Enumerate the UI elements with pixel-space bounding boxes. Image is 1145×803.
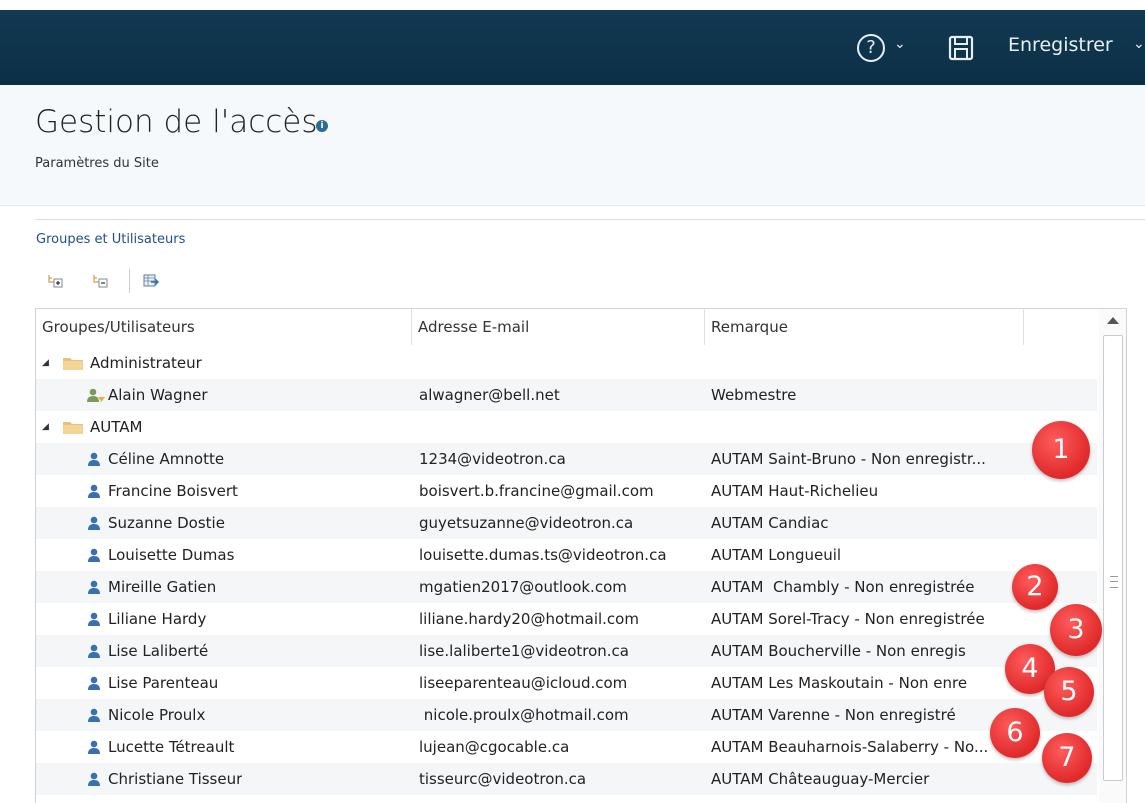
annotation-badge-1: 1 <box>1032 421 1090 479</box>
user-remark: AUTAM Chambly - Non enregistrée <box>711 578 975 596</box>
expand-toggle-icon[interactable]: ◢ <box>42 411 49 443</box>
user-icon <box>86 707 102 723</box>
user-name: Lucette Tétreault <box>108 738 235 756</box>
user-remark: AUTAM Boucherville - Non enregis <box>711 642 966 660</box>
user-remark: AUTAM Haut-Richelieu <box>711 482 879 500</box>
user-email: alwagner@bell.net <box>419 386 560 404</box>
annotation-badge-7: 7 <box>1042 733 1092 783</box>
scroll-up-arrow-icon[interactable] <box>1107 317 1119 324</box>
user-email: nicole.proulx@hotmail.com <box>419 706 629 724</box>
user-email <box>419 347 701 379</box>
group-row[interactable]: ◢ Administrateur <box>36 347 1097 379</box>
save-icon[interactable] <box>947 34 975 62</box>
info-icon[interactable]: i <box>316 120 328 132</box>
user-name: Nicole Proulx <box>108 706 206 724</box>
group-name: Administrateur <box>90 354 202 372</box>
user-icon <box>86 579 102 595</box>
user-remark <box>711 411 1041 443</box>
user-email: louisette.dumas.ts@videotron.ca <box>419 546 667 564</box>
user-row[interactable]: Lise Parenteau liseeparenteau@icloud.com A… <box>36 667 1097 699</box>
user-row[interactable]: Lucette Tétreault lujean@cgocable.ca AUTAM… <box>36 731 1097 763</box>
user-remark: AUTAM Longueuil <box>711 546 842 564</box>
admin-user-icon <box>86 387 106 403</box>
user-name: Céline Amnotte <box>108 450 225 468</box>
user-remark: AUTAM Les Maskoutain - Non enre <box>711 674 968 692</box>
group-row[interactable]: ◢ AUTAM <box>36 411 1097 443</box>
user-name: Liliane Hardy <box>108 610 207 628</box>
user-row[interactable]: Nicole Proulx nicole.proulx@hotmail.com A… <box>36 699 1097 731</box>
user-name: Louisette Dumas <box>108 546 235 564</box>
user-row[interactable]: Suzanne Dostie guyetsuzanne@videotron.ca A… <box>36 507 1097 539</box>
user-icon <box>86 483 102 499</box>
user-icon <box>86 515 102 531</box>
page-title: Gestion de l'accès <box>35 104 318 140</box>
user-name: Lise Parenteau <box>108 674 219 692</box>
user-remark <box>711 347 1041 379</box>
group-name: AUTAM <box>90 418 143 436</box>
user-row[interactable]: Céline Amnotte 1234@videotron.ca AUTAM Sai… <box>36 443 1097 475</box>
annotation-badge-5: 5 <box>1044 667 1094 717</box>
user-name: Francine Boisvert <box>108 482 238 500</box>
user-row[interactable]: Louisette Dumas louisette.dumas.ts@videot… <box>36 539 1097 571</box>
expand-all-icon[interactable] <box>46 272 64 290</box>
user-email: tisseurc@videotron.ca <box>419 770 587 788</box>
annotation-badge-3: 3 <box>1050 604 1102 656</box>
collapse-all-icon[interactable] <box>91 272 109 290</box>
user-name: Christiane Tisseur <box>108 770 243 788</box>
user-email: liliane.hardy20@hotmail.com <box>419 610 639 628</box>
user-icon <box>86 675 102 691</box>
section-divider <box>35 219 1145 220</box>
user-email: mgatien2017@outlook.com <box>419 578 627 596</box>
user-email: boisvert.b.francine@gmail.com <box>419 482 654 500</box>
user-remark: AUTAM Châteauguay-Mercier <box>711 770 930 788</box>
annotation-badge-2: 2 <box>1012 564 1058 610</box>
user-icon <box>86 739 102 755</box>
column-header-groups-users[interactable]: Groupes/Utilisateurs <box>36 309 412 345</box>
user-row[interactable]: Lise Laliberté lise.laliberte1@videotron.… <box>36 635 1097 667</box>
user-email <box>419 411 701 443</box>
user-icon <box>86 771 102 787</box>
top-strip <box>0 0 1145 10</box>
user-remark: AUTAM Candiac <box>711 514 829 532</box>
user-email: liseeparenteau@icloud.com <box>419 674 628 692</box>
scrollbar-thumb[interactable] <box>1103 335 1123 781</box>
user-row[interactable]: Christiane Tisseur tisseurc@videotron.ca A… <box>36 763 1097 795</box>
user-icon <box>86 451 102 467</box>
user-name: Mireille Gatien <box>108 578 217 596</box>
grip-icon <box>1110 576 1118 588</box>
user-name: Suzanne Dostie <box>108 514 225 532</box>
user-email: lise.laliberte1@videotron.ca <box>419 642 629 660</box>
vertical-scrollbar[interactable] <box>1099 309 1126 803</box>
expand-toggle-icon[interactable]: ◢ <box>42 347 49 379</box>
save-dropdown-chevron-icon[interactable]: ⌄ <box>1133 36 1145 52</box>
toolbar-separator <box>129 269 130 293</box>
section-title: Groupes et Utilisateurs <box>36 232 186 247</box>
user-icon <box>86 611 102 627</box>
user-email: guyetsuzanne@videotron.ca <box>419 514 634 532</box>
user-remark: AUTAM Saint-Bruno - Non enregistr... <box>711 450 986 468</box>
page-subtitle: Paramètres du Site <box>35 156 159 171</box>
user-remark: AUTAM Sorel-Tracy - Non enregistrée <box>711 610 985 628</box>
folder-icon <box>62 355 84 371</box>
user-email: 1234@videotron.ca <box>419 450 566 468</box>
users-tree-grid[interactable]: Groupes/Utilisateurs Adresse E-mail Rema… <box>35 308 1127 803</box>
user-icon <box>86 547 102 563</box>
annotation-badge-6: 6 <box>990 708 1040 758</box>
save-button[interactable]: Enregistrer <box>1008 34 1113 56</box>
user-row[interactable]: Mireille Gatien mgatien2017@outlook.com AU… <box>36 571 1097 603</box>
column-header-remark[interactable]: Remarque <box>705 309 1024 345</box>
user-remark: Webmestre <box>711 386 797 404</box>
user-email: lujean@cgocable.ca <box>419 738 570 756</box>
user-row[interactable]: Liliane Hardy liliane.hardy20@hotmail.com… <box>36 603 1097 635</box>
user-name: Lise Laliberté <box>108 642 209 660</box>
folder-icon <box>62 419 84 435</box>
user-row[interactable]: Alain Wagner alwagner@bell.net Webmestre <box>36 379 1097 411</box>
help-icon[interactable]: ? <box>857 34 885 62</box>
export-icon[interactable] <box>142 272 160 290</box>
column-header-email[interactable]: Adresse E-mail <box>412 309 705 345</box>
user-name: Alain Wagner <box>108 386 208 404</box>
help-dropdown-chevron-icon[interactable]: ⌄ <box>894 36 906 52</box>
user-row[interactable]: Francine Boisvert boisvert.b.francine@gma… <box>36 475 1097 507</box>
user-icon <box>86 643 102 659</box>
